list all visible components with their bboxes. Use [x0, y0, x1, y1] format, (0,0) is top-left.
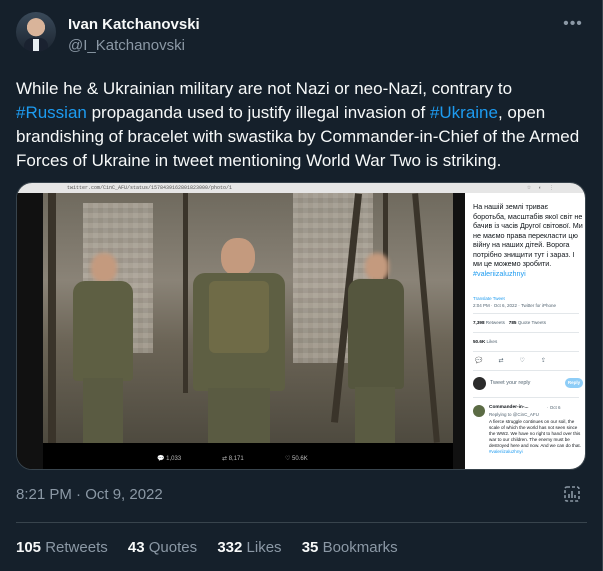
- tweet-timestamp[interactable]: 8:21 PM · Oct 9, 2022: [16, 486, 163, 503]
- soldier-legs: [355, 387, 395, 443]
- embedded-likes-count: 50.6K: [473, 339, 486, 344]
- reply-replying-to: Replying to @CinC_AFU: [489, 412, 539, 417]
- soldier-torso: [348, 279, 404, 389]
- divider: [473, 397, 579, 398]
- more-icon[interactable]: •••: [563, 16, 583, 37]
- reply-input[interactable]: Tweet your reply: [490, 380, 530, 386]
- face: [221, 238, 255, 276]
- reply-author-avatar: [473, 405, 485, 417]
- reply-body: A fierce struggle continues on our soil,…: [489, 419, 581, 448]
- author-name[interactable]: Ivan Katchanovski: [68, 16, 200, 33]
- reply-hashtag[interactable]: #valeriizaluzhnyi: [489, 449, 523, 454]
- likes-count: 332: [217, 539, 243, 556]
- photo-likes: 50.6K: [292, 456, 308, 462]
- embedded-likes-label: Likes: [486, 339, 498, 344]
- plate-carrier: [209, 281, 269, 353]
- quotes-label: Quotes: [148, 539, 198, 556]
- retweets-stat[interactable]: 105 Retweets: [16, 539, 108, 556]
- embedded-tweet-panel: На нашій землі триває боротьба, масштабі…: [465, 193, 585, 469]
- quotes-stat[interactable]: 43 Quotes: [128, 539, 197, 556]
- bookmarks-stat[interactable]: 35 Bookmarks: [302, 539, 398, 556]
- author-handle[interactable]: @I_Katchanovski: [68, 37, 185, 54]
- hashtag-ukraine[interactable]: #Ukraine: [430, 103, 498, 122]
- engagement-stats: 105 Retweets 43 Quotes 332 Likes 35 Book…: [16, 539, 414, 556]
- divider: [473, 332, 579, 333]
- browser-url: twitter.com/CinC_AFU/status/157843916280…: [67, 185, 233, 191]
- photo-retweets: 8,171: [228, 456, 244, 462]
- avatar[interactable]: [16, 12, 56, 52]
- avatar-shirt: [33, 39, 39, 51]
- tweet-text-part: While he & Ukrainian military are not Na…: [16, 79, 513, 98]
- likes-stat[interactable]: 332 Likes: [217, 539, 281, 556]
- divider: [473, 370, 579, 371]
- browser-icons: ☆ ◐ ⋮: [526, 185, 557, 191]
- photo: 💬 1,033 ⇄ 8,171 ♡ 50.6K: [17, 193, 465, 469]
- hashtag-russian[interactable]: #Russian: [16, 103, 87, 122]
- embedded-text: На нашій землі триває боротьба, масштабі…: [473, 202, 583, 268]
- browser-bar: twitter.com/CinC_AFU/status/157843916280…: [17, 183, 585, 193]
- divider: [473, 313, 579, 314]
- blurred-face: [91, 253, 117, 283]
- embedded-actions[interactable]: 💬⇄♡⇪: [475, 357, 562, 364]
- embedded-retweets-label: Retweets: [485, 320, 505, 325]
- embedded-retweets-count: 7,398: [473, 320, 485, 325]
- reply-text: A fierce struggle continues on our soil,…: [489, 419, 581, 455]
- tweet-text: While he & Ukrainian military are not Na…: [16, 77, 586, 173]
- embedded-tweet-text: На нашій землі триває боротьба, масштабі…: [473, 202, 583, 278]
- photo-like-count[interactable]: ♡ 50.6K: [285, 455, 308, 462]
- bookmarks-count: 35: [301, 539, 319, 556]
- embedded-meta: 2:04 PM · Oct 6, 2022 · Twitter for iPho…: [473, 303, 556, 308]
- reply-button[interactable]: Reply: [565, 378, 583, 388]
- photo-reply-count[interactable]: 💬 1,033: [157, 455, 181, 462]
- divider: [473, 351, 579, 352]
- soldier-legs: [83, 378, 123, 443]
- retweets-count: 105: [16, 539, 42, 556]
- reply-author-name[interactable]: Commander-in-...: [489, 405, 528, 410]
- tree-trunk: [183, 193, 188, 393]
- divider: [16, 522, 587, 523]
- tree-trunk: [412, 193, 440, 443]
- translate-link[interactable]: Translate Tweet: [473, 296, 505, 301]
- analytics-icon[interactable]: [563, 485, 581, 503]
- likes-label: Likes: [246, 539, 282, 556]
- soldier-torso: [73, 281, 133, 381]
- embedded-quotes-label: Quote Tweets: [517, 320, 546, 325]
- embedded-counts: 7,398 Retweets 785 Quote Tweets: [473, 320, 546, 325]
- blurred-face: [365, 253, 389, 281]
- photo-replies: 1,033: [166, 456, 182, 462]
- reply-date: · Oct 6: [547, 405, 561, 410]
- quotes-count: 43: [127, 539, 145, 556]
- embedded-hashtag[interactable]: #valeriizaluzhnyi: [473, 269, 526, 278]
- tree-trunk: [48, 193, 56, 443]
- embedded-likes: 50.6K Likes: [473, 339, 497, 344]
- embedded-quotes-count: 785: [508, 320, 517, 325]
- bookmarks-label: Bookmarks: [322, 539, 398, 556]
- photo-retweet-count[interactable]: ⇄ 8,171: [222, 455, 244, 462]
- reply-avatar: [473, 377, 486, 390]
- retweets-label: Retweets: [45, 539, 108, 556]
- attached-image[interactable]: twitter.com/CinC_AFU/status/157843916280…: [16, 182, 586, 470]
- tweet-text-part: propaganda used to justify illegal invas…: [86, 103, 430, 122]
- soldier-legs: [208, 388, 270, 443]
- photo-scene: [43, 193, 453, 443]
- photo-actions: [43, 443, 453, 469]
